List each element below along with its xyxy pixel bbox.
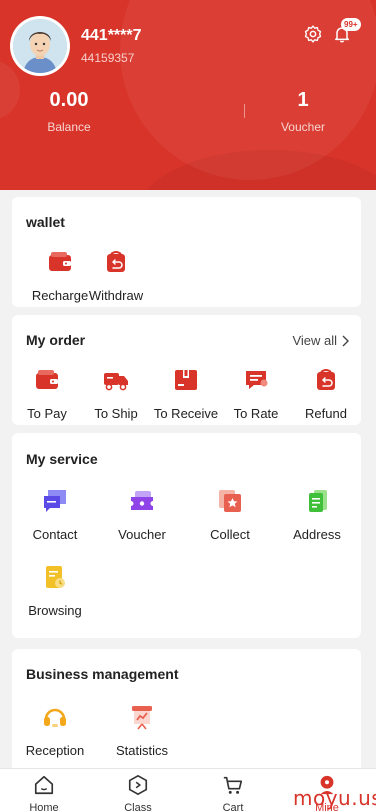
wallet-title: wallet	[26, 214, 65, 230]
ticket-icon	[131, 491, 153, 510]
refund-label: Refund	[305, 406, 347, 421]
statistics-button[interactable]: Statistics	[102, 704, 182, 758]
tab-home[interactable]: Home	[14, 774, 74, 812]
stat-divider	[244, 104, 245, 118]
box-icon	[175, 370, 197, 390]
notification-badge: 99+	[341, 18, 361, 31]
browsing-label: Browsing	[28, 603, 82, 618]
view-all-link[interactable]: View all	[292, 333, 349, 348]
star-icon	[219, 490, 241, 512]
reception-button[interactable]: Reception	[15, 704, 95, 758]
withdraw-icon	[107, 251, 125, 272]
to-pay-label: To Pay	[27, 406, 67, 421]
contact-label: Contact	[32, 527, 78, 542]
order-title: My order	[26, 332, 86, 348]
to-rate-label: To Rate	[233, 406, 279, 421]
wallet-card: wallet Recharge Withdraw	[12, 197, 361, 307]
wallet-icon	[36, 370, 58, 389]
statistics-label: Statistics	[115, 743, 168, 758]
to-ship-label: To Ship	[94, 406, 138, 421]
withdraw-label: Withdraw	[88, 288, 144, 303]
document-icon	[309, 490, 327, 512]
avatar-image	[13, 19, 67, 73]
balance-label: Balance	[47, 120, 91, 134]
to-pay-button[interactable]: To Pay	[7, 367, 87, 421]
address-label: Address	[293, 527, 341, 542]
home-icon	[34, 775, 54, 795]
browsing-button[interactable]: Browsing	[15, 564, 95, 618]
cart-icon	[223, 776, 243, 794]
voucher-value[interactable]: 1	[263, 89, 343, 112]
business-title: Business management	[26, 666, 179, 682]
truck-icon	[104, 373, 128, 391]
username: 441****7	[81, 27, 142, 44]
to-receive-button[interactable]: To Receive	[146, 367, 226, 421]
order-card: My order View all To Pay To Ship To Rece…	[12, 315, 361, 425]
refund-button[interactable]: Refund	[286, 367, 366, 421]
withdraw-button[interactable]: Withdraw	[76, 249, 156, 303]
to-ship-button[interactable]: To Ship	[76, 367, 156, 421]
tab-class[interactable]: Class	[108, 774, 168, 812]
voucher-service-button[interactable]: Voucher	[102, 488, 182, 542]
chevron-right-icon	[342, 335, 349, 346]
voucher-service-label: Voucher	[118, 527, 166, 542]
collect-button[interactable]: Collect	[190, 488, 270, 542]
tab-cart-label: Cart	[222, 802, 244, 812]
tab-cart[interactable]: Cart	[203, 774, 263, 812]
refund-icon	[317, 369, 335, 390]
avatar[interactable]	[10, 16, 70, 76]
service-card: My service Contact Voucher Collect Addre…	[12, 433, 361, 638]
to-rate-button[interactable]: To Rate	[216, 367, 296, 421]
view-all-label: View all	[292, 333, 337, 348]
to-receive-label: To Receive	[153, 406, 219, 421]
gear-icon[interactable]	[303, 24, 323, 44]
collect-label: Collect	[210, 527, 250, 542]
service-title: My service	[26, 451, 98, 467]
balance-value[interactable]: 0.00	[29, 89, 109, 112]
header-decoration	[0, 60, 20, 120]
chat-icon	[44, 490, 66, 512]
history-icon	[46, 566, 65, 588]
business-card: Business management Reception Statistics	[12, 649, 361, 774]
contact-button[interactable]: Contact	[15, 488, 95, 542]
voucher-label: Voucher	[280, 120, 326, 134]
user-id: 44159357	[81, 51, 135, 65]
reception-label: Reception	[25, 743, 85, 758]
address-button[interactable]: Address	[277, 488, 357, 542]
wallet-icon	[49, 252, 71, 271]
tab-home-label: Home	[29, 802, 59, 812]
comment-icon	[246, 371, 268, 389]
tab-class-label: Class	[124, 802, 152, 812]
profile-header: 441****7 44159357 99+ 0.00 Balance 1 Vou…	[0, 0, 376, 190]
compass-icon	[128, 775, 148, 795]
watermark: moyu.us	[293, 786, 376, 810]
headset-icon	[44, 708, 66, 727]
chart-icon	[132, 706, 152, 730]
